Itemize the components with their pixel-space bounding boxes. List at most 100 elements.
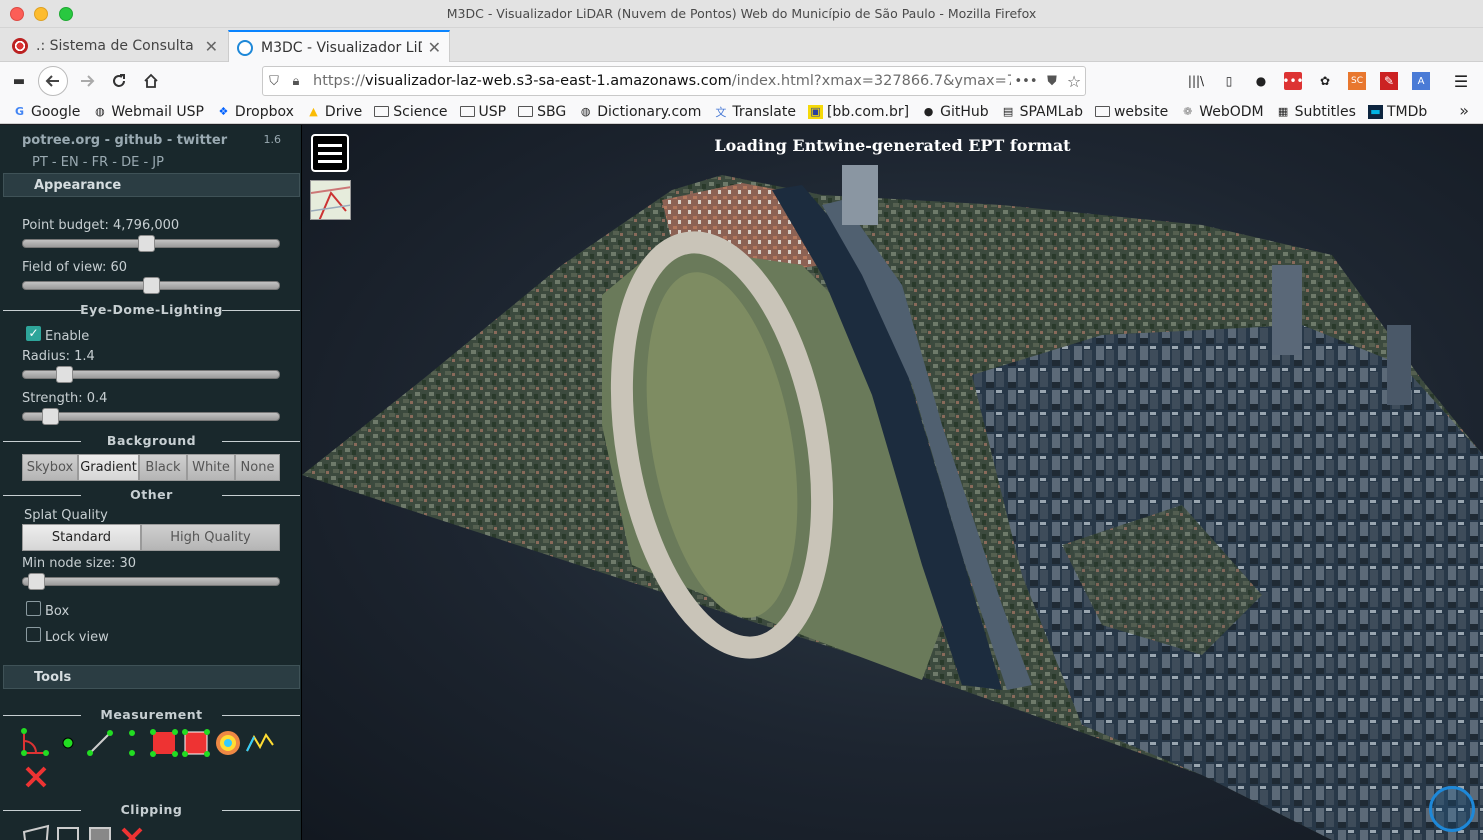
bookmark-github[interactable]: ● GitHub (921, 104, 989, 120)
bookmark-tmdb[interactable]: ▬ TMDb (1367, 104, 1427, 120)
bookmark-google[interactable]: G Google (12, 104, 80, 120)
height-profile-icon[interactable] (244, 727, 276, 759)
bookmark-sbg[interactable]: SBG (518, 104, 566, 120)
back-button[interactable] (38, 66, 68, 96)
bookmark-webodm[interactable]: ❁ WebODM (1180, 104, 1264, 120)
bookmark-subtitles[interactable]: ▦ Subtitles (1276, 104, 1356, 120)
splat-standard-button[interactable]: Standard (22, 524, 141, 551)
radius-label: Radius: 1.4 (22, 349, 95, 364)
tab-m3dc-visualizador[interactable]: M3DC - Visualizador LiDAR (Nuvem de Pont… (228, 30, 450, 63)
language-links[interactable]: PT - EN - FR - DE - JP (32, 155, 164, 170)
globe-icon: ◍ (580, 105, 591, 118)
area-measure-icon[interactable] (148, 727, 180, 759)
bookmark-usp[interactable]: USP (459, 104, 506, 120)
folder-icon (459, 106, 475, 117)
sidebar-toggle-icon[interactable]: ▬ (4, 66, 34, 96)
background-white-button[interactable]: White (187, 454, 235, 481)
account-icon[interactable]: ● (1252, 72, 1270, 90)
tab-bar: .: Sistema de Consulta do ✕ M3DC - Visua… (0, 28, 1483, 84)
splat-high-quality-button[interactable]: High Quality (141, 524, 280, 551)
pen-extension-icon[interactable]: ✎ (1380, 72, 1398, 90)
shield-icon[interactable]: ⛉ (263, 74, 285, 89)
bookmark-bb[interactable]: ▣ [bb.com.br] (807, 104, 909, 120)
hamburger-menu-icon[interactable]: ☰ (1452, 72, 1470, 91)
point-cloud-render[interactable] (302, 125, 1483, 840)
bookmark-webmail-usp[interactable]: ◍ Webmail USP (92, 104, 204, 120)
slider-handle[interactable] (138, 235, 155, 252)
remove-measurements-icon[interactable] (20, 761, 52, 793)
folder-icon (1094, 106, 1110, 117)
map-icon (311, 181, 350, 219)
min-node-size-slider[interactable] (22, 573, 280, 590)
radius-slider[interactable] (22, 366, 280, 383)
angle-measure-icon[interactable] (20, 727, 52, 759)
bookmarks-overflow-icon[interactable]: » (1459, 101, 1469, 120)
background-section-heading: Background (3, 433, 300, 448)
reload-button[interactable] (104, 66, 134, 96)
slider-handle[interactable] (143, 277, 160, 294)
translate-extension-icon[interactable]: A (1412, 72, 1430, 90)
field-of-view-slider[interactable] (22, 277, 280, 294)
potree-logo-icon (1429, 786, 1475, 832)
bookmark-dropbox[interactable]: ❖ Dropbox (216, 104, 293, 120)
page-actions-icon[interactable]: ••• (1011, 74, 1041, 89)
subtitles-icon: ▦ (1277, 105, 1289, 118)
bookmark-drive[interactable]: ▲ Drive (306, 104, 362, 120)
github-icon: ● (923, 105, 934, 118)
bookmark-translate[interactable]: 文 Translate (713, 104, 796, 120)
background-skybox-button[interactable]: Skybox (22, 454, 78, 481)
point-measure-icon[interactable] (52, 727, 84, 759)
version-label: 1.6 (263, 133, 282, 146)
github-extension-icon[interactable]: ✿ (1316, 72, 1334, 90)
bookmark-science[interactable]: Science (374, 104, 448, 120)
clip-polygon-icon[interactable] (20, 822, 52, 840)
volume-measure-icon[interactable] (180, 727, 212, 759)
strength-slider[interactable] (22, 408, 280, 425)
library-icon[interactable]: |||\ (1187, 72, 1205, 90)
slider-handle[interactable] (28, 573, 45, 590)
clipping-tools (20, 822, 148, 840)
background-none-button[interactable]: None (235, 454, 280, 481)
close-icon[interactable]: ✕ (428, 38, 441, 57)
point-budget-slider[interactable] (22, 235, 280, 252)
tools-accordion[interactable]: Tools (3, 665, 300, 689)
url-bar[interactable]: ⛉ 🔒︎ https://visualizador-laz-web.s3-sa-… (262, 66, 1086, 96)
tab-sistema-consulta[interactable]: .: Sistema de Consulta do ✕ (4, 30, 226, 62)
extension-icon[interactable]: ••• (1282, 72, 1304, 90)
sphere-volume-icon[interactable] (212, 727, 244, 759)
height-measure-icon[interactable] (116, 727, 148, 759)
soundcloud-extension-icon[interactable]: SC (1348, 72, 1366, 90)
background-gradient-button[interactable]: Gradient (78, 454, 139, 481)
bookmark-spamlab[interactable]: ▤ SPAMLab (1001, 104, 1083, 120)
box-checkbox[interactable] (26, 601, 41, 616)
bookmark-star-icon[interactable]: ☆ (1063, 72, 1085, 91)
project-links[interactable]: potree.org - github - twitter (22, 133, 227, 148)
tmdb-icon: ▬ (1367, 104, 1383, 119)
slider-handle[interactable] (42, 408, 59, 425)
edl-enable-label: Enable (45, 329, 90, 344)
reader-sidebar-icon[interactable]: ▯ (1220, 72, 1238, 90)
pocket-icon[interactable]: ⛊ (1041, 74, 1063, 89)
remove-clipping-icon[interactable] (116, 822, 148, 840)
lock-icon[interactable]: 🔒︎ (285, 74, 307, 89)
lock-view-checkbox[interactable] (26, 627, 41, 642)
url-text[interactable]: https://visualizador-laz-web.s3-sa-east-… (313, 73, 1011, 89)
sidebar-toggle-button[interactable] (311, 134, 349, 172)
menu-line (318, 159, 342, 163)
home-button[interactable] (136, 66, 166, 96)
background-black-button[interactable]: Black (139, 454, 187, 481)
distance-measure-icon[interactable] (84, 727, 116, 759)
edl-enable-checkbox[interactable]: ✓ (26, 326, 41, 341)
close-icon[interactable]: ✕ (205, 37, 218, 56)
map-toggle-button[interactable] (310, 180, 351, 220)
slider-handle[interactable] (56, 366, 73, 383)
point-cloud-viewport[interactable]: Loading Entwine-generated EPT format (302, 125, 1483, 840)
dropbox-icon: ❖ (218, 105, 229, 118)
loading-status-title: Loading Entwine-generated EPT format (714, 136, 1071, 155)
forward-button[interactable] (72, 66, 102, 96)
clip-box-icon[interactable] (84, 822, 116, 840)
bookmark-website[interactable]: website (1094, 104, 1168, 120)
appearance-accordion[interactable]: Appearance (3, 173, 300, 197)
clip-volume-icon[interactable] (52, 822, 84, 840)
bookmark-dictionary[interactable]: ◍ Dictionary.com (578, 104, 701, 120)
